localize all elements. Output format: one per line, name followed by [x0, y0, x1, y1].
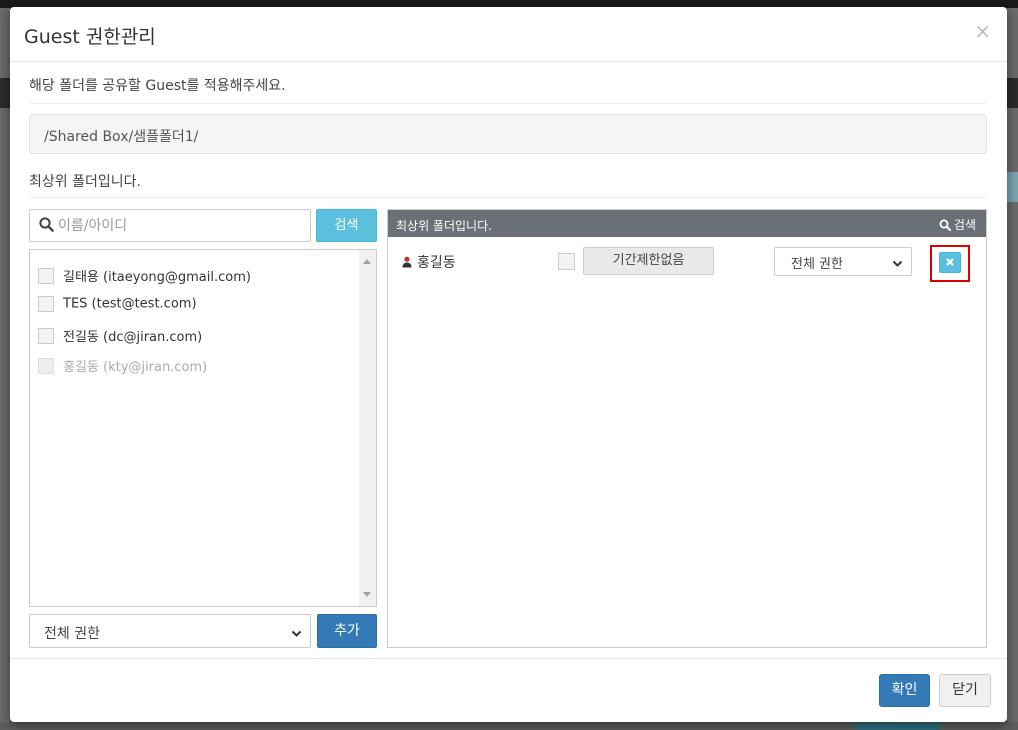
- dialog-title: Guest 권한관리: [24, 26, 156, 48]
- permission-select-value: 전체 권한: [44, 626, 100, 642]
- background-left-bar: [0, 78, 10, 108]
- chevron-down-icon: [892, 257, 903, 272]
- list-scrollbar[interactable]: [359, 250, 376, 606]
- chevron-down-icon: [291, 626, 302, 642]
- delete-row-button[interactable]: [939, 252, 961, 273]
- list-item-checkbox[interactable]: [38, 327, 54, 344]
- guest-list: 길태용 (itaeyong@gmail.com) TES (test@test.…: [29, 249, 377, 607]
- assigned-user: 홍길동: [402, 252, 456, 272]
- folder-path: /Shared Box/샘플폴더1/: [29, 114, 987, 154]
- close-icon: [946, 258, 954, 266]
- background-bottom-button: [855, 722, 940, 730]
- permission-select[interactable]: 전체 권한: [29, 614, 311, 648]
- dialog-header: Guest 권한관리 ×: [10, 7, 1007, 62]
- add-button[interactable]: 추가: [317, 614, 377, 648]
- period-limit-button[interactable]: 기간제한없음: [583, 247, 714, 275]
- divider: [29, 103, 987, 104]
- panel-search-label: 검색: [953, 218, 976, 232]
- list-item[interactable]: 전길동 (dc@jiran.com): [38, 326, 202, 346]
- scroll-down-icon[interactable]: [363, 592, 371, 597]
- close-icon[interactable]: ×: [974, 19, 991, 43]
- search-icon: [39, 217, 54, 236]
- guest-permission-dialog: Guest 권한관리 × 해당 폴더를 공유할 Guest를 적용해주세요. /…: [10, 7, 1007, 722]
- list-item-checkbox[interactable]: [38, 267, 54, 284]
- list-item-label: 전길동 (dc@jiran.com): [63, 330, 203, 345]
- guest-search-box: [29, 209, 311, 242]
- panel-header-title: 최상위 폴더입니다.: [396, 219, 492, 233]
- dialog-footer: [10, 658, 1007, 722]
- confirm-button[interactable]: 확인: [879, 674, 930, 707]
- delete-highlight-box: [930, 245, 970, 282]
- panel-header: 최상위 폴더입니다. 검색: [388, 210, 986, 237]
- row-permission-value: 전체 권한: [791, 257, 843, 272]
- list-item-label: 홍길동 (kty@jiran.com): [63, 360, 208, 375]
- background-right-edge: [1007, 8, 1018, 730]
- top-folder-note: 최상위 폴더입니다.: [29, 174, 141, 190]
- background-right-bar: [1007, 78, 1018, 108]
- user-icon: [402, 256, 412, 268]
- list-item[interactable]: 길태용 (itaeyong@gmail.com): [38, 266, 251, 286]
- list-item-label: TES (test@test.com): [63, 296, 197, 312]
- search-button[interactable]: 검색: [316, 209, 377, 242]
- period-checkbox[interactable]: [558, 253, 575, 270]
- scroll-up-icon[interactable]: [363, 259, 371, 264]
- close-button[interactable]: 닫기: [939, 674, 991, 707]
- list-item-checkbox: [38, 357, 54, 374]
- dialog-description: 해당 폴더를 공유할 Guest를 적용해주세요.: [29, 78, 286, 94]
- search-icon: [939, 219, 952, 232]
- assigned-guests-panel: 최상위 폴더입니다. 검색 홍길동 기간제한없음 전체 권한: [387, 209, 987, 648]
- row-permission-select[interactable]: 전체 권한: [774, 247, 912, 276]
- panel-search-button[interactable]: 검색: [939, 216, 976, 233]
- background-right-tab: [1007, 172, 1018, 202]
- divider: [29, 197, 987, 198]
- list-item-disabled: 홍길동 (kty@jiran.com): [38, 356, 207, 376]
- list-item[interactable]: TES (test@test.com): [38, 296, 197, 316]
- background-left-edge: [0, 8, 10, 730]
- assigned-user-name: 홍길동: [417, 255, 456, 271]
- search-input[interactable]: [58, 211, 306, 240]
- list-item-label: 길태용 (itaeyong@gmail.com): [63, 270, 251, 285]
- list-item-checkbox[interactable]: [38, 296, 54, 312]
